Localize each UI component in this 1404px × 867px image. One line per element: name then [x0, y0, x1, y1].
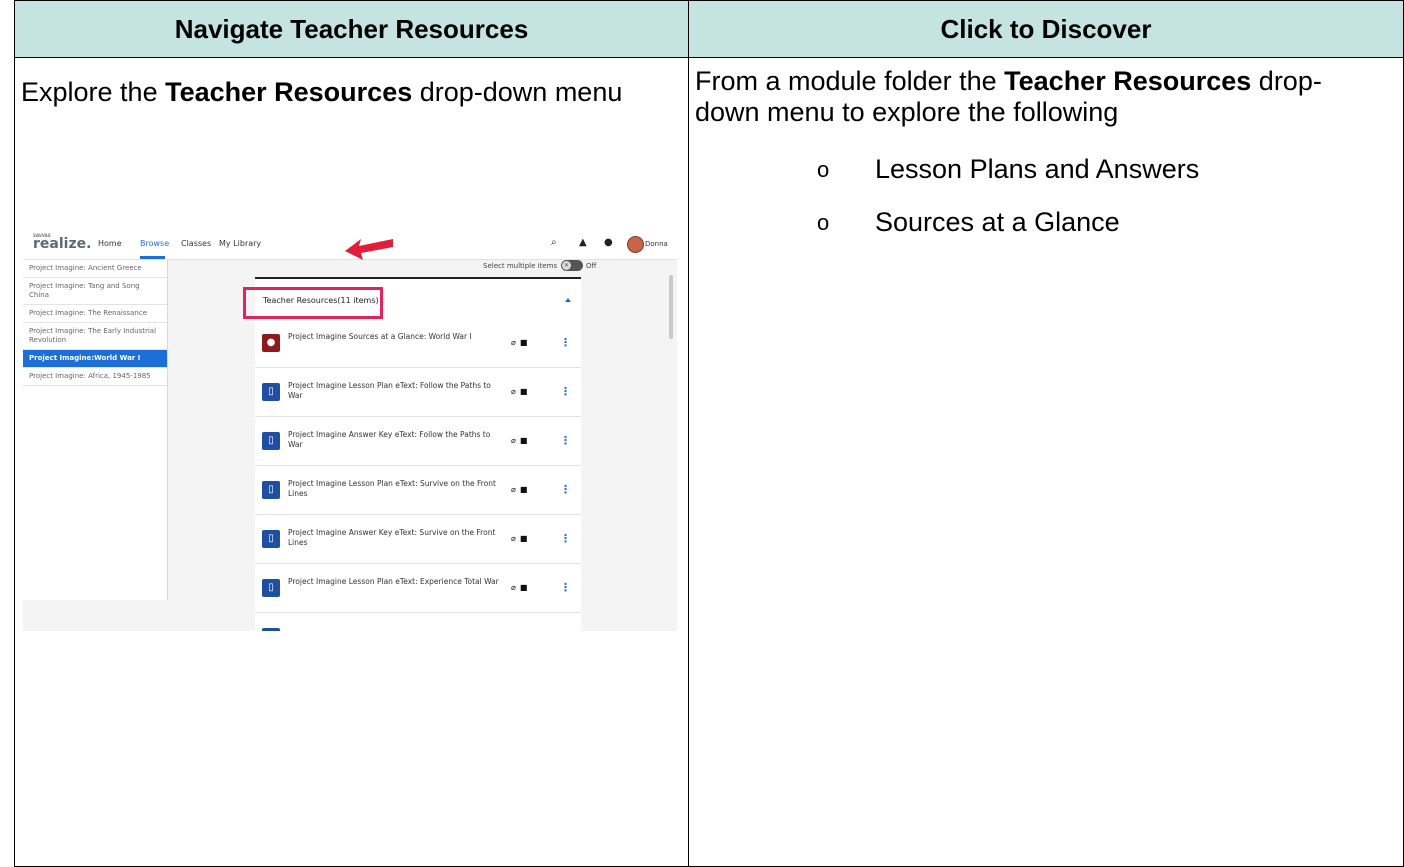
more-menu-icon[interactable]: ⋮ [560, 385, 571, 398]
avatar[interactable] [627, 236, 644, 253]
sidebar-item-renaissance[interactable]: Project Imagine: The Renaissance [23, 305, 167, 323]
item-title: Project Imagine Sources at a Glance: Wor… [288, 332, 472, 341]
close-icon: ✕ [562, 261, 571, 270]
book-icon: ▯ [262, 628, 280, 631]
folder-title: Teacher Resources(11 items) [263, 296, 379, 305]
list-item[interactable]: ▯ Project Imagine Answer Key eText: Foll… [255, 417, 581, 466]
sidebar-item-ancient-greece[interactable]: Project Imagine: Ancient Greece [23, 260, 167, 278]
nav-home[interactable]: Home [98, 239, 122, 248]
list-item[interactable]: ● Project Imagine Sources at a Glance: W… [255, 319, 581, 368]
sidebar-item-world-war[interactable]: Project Imagine:World War I [23, 350, 167, 368]
chevron-up-icon[interactable] [565, 298, 571, 302]
more-menu-icon[interactable]: ⋮ [560, 336, 571, 349]
item-title: Project Imagine Lesson Plan eText: Exper… [288, 577, 499, 586]
bullet-icon: o [817, 210, 830, 235]
instruction-table: Navigate Teacher Resources Click to Disc… [14, 0, 1404, 867]
more-menu-icon[interactable]: ⋮ [560, 434, 571, 447]
sidebar-item-industrial[interactable]: Project Imagine: The Early Industrial Re… [23, 323, 167, 350]
left-column-header: Navigate Teacher Resources [14, 0, 689, 58]
list-item: o Sources at a Glance [817, 207, 1120, 237]
realize-logo[interactable]: SAVVAS realize. [33, 233, 91, 252]
realize-screenshot: SAVVAS realize. Home Browse Classes My Li… [23, 231, 677, 631]
list-item[interactable]: ▯ Project Imagine Lesson Plan eText: Sur… [255, 466, 581, 515]
book-icon: ▯ [262, 530, 280, 548]
more-menu-icon[interactable]: ⋮ [560, 483, 571, 496]
list-item[interactable]: ▯ Project Imagine Lesson Plan eText: Fol… [255, 368, 581, 417]
sidebar-item-africa[interactable]: Project Imagine: Africa, 1945-1985 [23, 368, 167, 386]
toggle-state-label: Off [586, 262, 597, 270]
list-item[interactable]: ▯ Project Imagine Lesson Plan eText: Exp… [255, 564, 581, 613]
book-icon: ▯ [262, 432, 280, 450]
more-menu-icon[interactable]: ⋮ [560, 532, 571, 545]
item-title: Project Imagine Answer Key eText: Follow… [288, 430, 491, 449]
right-cell: From a module folder the Teacher Resourc… [688, 57, 1404, 867]
more-menu-icon[interactable]: ⋮ [560, 581, 571, 594]
hidden-lock-icons: ⌀■ [511, 485, 532, 494]
teacher-resources-folder[interactable]: Teacher Resources(11 items) [243, 279, 581, 319]
red-arrow-icon [345, 239, 393, 260]
module-sidebar: Project Imagine: Ancient Greece Project … [23, 260, 168, 600]
left-cell: Explore the Teacher Resources drop-down … [14, 57, 689, 867]
help-icon[interactable]: ● [604, 237, 613, 248]
sidebar-item-tang-song[interactable]: Project Imagine: Tang and Song China [23, 278, 167, 305]
hidden-lock-icons: ⌀■ [511, 534, 532, 543]
bell-icon[interactable]: ▲ [579, 237, 587, 248]
nav-my-library[interactable]: My Library [219, 239, 261, 248]
discover-list: o Lesson Plans and Answers o Sources at a … [817, 154, 1199, 260]
hidden-lock-icons: ⌀■ [511, 436, 532, 445]
book-icon: ▯ [262, 579, 280, 597]
bullet-icon: o [817, 157, 830, 182]
user-name[interactable]: Donna [645, 240, 668, 248]
item-title: Project Imagine Lesson Plan eText: Survi… [288, 479, 496, 498]
left-instruction: Explore the Teacher Resources drop-down … [21, 77, 623, 107]
nav-active-underline [140, 256, 165, 259]
select-multiple-label: Select multiple items [483, 262, 558, 270]
apple-icon: ● [262, 334, 280, 352]
nav-classes[interactable]: Classes [181, 239, 211, 248]
scrollbar[interactable] [669, 275, 673, 339]
select-multiple-toggle[interactable]: ✕ [561, 260, 583, 271]
right-column-header: Click to Discover [688, 0, 1404, 58]
nav-browse[interactable]: Browse [140, 239, 169, 248]
hidden-lock-icons: ⌀■ [511, 387, 532, 396]
item-title: Project Imagine Answer Key eText: Surviv… [288, 528, 496, 547]
book-icon: ▯ [262, 481, 280, 499]
list-item[interactable]: ▯ Project Imagine Answer Key eText: Surv… [255, 515, 581, 564]
hidden-lock-icons: ⌀■ [511, 338, 532, 347]
right-instruction: From a module folder the Teacher Resourc… [695, 66, 1322, 127]
list-item[interactable]: ▯ [255, 613, 581, 631]
book-icon: ▯ [262, 383, 280, 401]
hidden-lock-icons: ⌀■ [511, 583, 532, 592]
search-icon[interactable]: ⌕ [551, 237, 557, 248]
folder-panel: Teacher Resources(11 items) ● Project Im… [243, 277, 581, 631]
list-item: o Lesson Plans and Answers [817, 154, 1200, 184]
item-title: Project Imagine Lesson Plan eText: Follo… [288, 381, 491, 400]
